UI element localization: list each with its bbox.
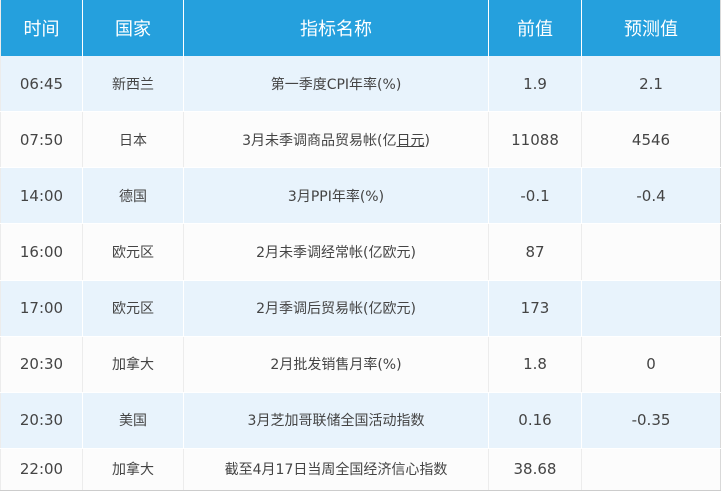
forecast-cell xyxy=(581,448,721,491)
indicator-cell: 截至4月17日当周全国经济信心指数 xyxy=(183,448,489,491)
economic-calendar-table: 时间 国家 指标名称 前值 预测值 06:45 新西兰 第一季度CPI年率(%)… xyxy=(0,0,721,491)
previous-cell: 87 xyxy=(488,223,582,281)
time-cell: 17:00 xyxy=(0,280,83,337)
country-cell: 美国 xyxy=(82,392,184,449)
time-cell: 16:00 xyxy=(0,223,83,281)
currency-link[interactable]: 日元 xyxy=(396,133,424,149)
header-previous: 前值 xyxy=(488,0,582,56)
forecast-cell: 0 xyxy=(581,336,721,393)
table-row: 17:00 欧元区 2月季调后贸易帐(亿欧元) 173 xyxy=(0,280,721,337)
table-header-row: 时间 国家 指标名称 前值 预测值 xyxy=(0,0,721,56)
table-row: 20:30 加拿大 2月批发销售月率(%) 1.8 0 xyxy=(0,336,721,393)
indicator-cell: 2月季调后贸易帐(亿欧元) xyxy=(183,280,489,337)
indicator-cell: 2月未季调经常帐(亿欧元) xyxy=(183,223,489,281)
indicator-cell: 2月批发销售月率(%) xyxy=(183,336,489,393)
indicator-cell: 3月芝加哥联储全国活动指数 xyxy=(183,392,489,449)
indicator-cell: 第一季度CPI年率(%) xyxy=(183,56,489,113)
table-row: 07:50 日本 3月未季调商品贸易帐(亿日元) 11088 4546 xyxy=(0,111,721,169)
table-row: 06:45 新西兰 第一季度CPI年率(%) 1.9 2.1 xyxy=(0,56,721,113)
time-cell: 20:30 xyxy=(0,392,83,449)
time-cell: 20:30 xyxy=(0,336,83,393)
country-cell: 欧元区 xyxy=(82,280,184,337)
country-cell: 欧元区 xyxy=(82,223,184,281)
country-cell: 日本 xyxy=(82,111,184,169)
table-row: 20:30 美国 3月芝加哥联储全国活动指数 0.16 -0.35 xyxy=(0,392,721,449)
previous-cell: 0.16 xyxy=(488,392,582,449)
indicator-cell: 3月未季调商品贸易帐(亿日元) xyxy=(183,111,489,169)
country-cell: 德国 xyxy=(82,167,184,225)
header-indicator: 指标名称 xyxy=(183,0,489,56)
previous-cell: 173 xyxy=(488,280,582,337)
previous-cell: 38.68 xyxy=(488,448,582,491)
time-cell: 14:00 xyxy=(0,167,83,225)
indicator-text: 3月未季调商品贸易帐(亿 xyxy=(242,132,397,149)
table-row: 14:00 德国 3月PPI年率(%) -0.1 -0.4 xyxy=(0,167,721,225)
forecast-cell: -0.35 xyxy=(581,392,721,449)
forecast-cell xyxy=(581,223,721,281)
time-cell: 22:00 xyxy=(0,448,83,491)
country-cell: 新西兰 xyxy=(82,56,184,113)
header-forecast: 预测值 xyxy=(581,0,721,56)
forecast-cell: 2.1 xyxy=(581,56,721,113)
previous-cell: 1.8 xyxy=(488,336,582,393)
table-row: 16:00 欧元区 2月未季调经常帐(亿欧元) 87 xyxy=(0,223,721,281)
previous-cell: 1.9 xyxy=(488,56,582,113)
forecast-cell: -0.4 xyxy=(581,167,721,225)
previous-cell: -0.1 xyxy=(488,167,582,225)
time-cell: 06:45 xyxy=(0,56,83,113)
country-cell: 加拿大 xyxy=(82,336,184,393)
indicator-text-suffix: ) xyxy=(424,132,430,149)
time-cell: 07:50 xyxy=(0,111,83,169)
forecast-cell xyxy=(581,280,721,337)
header-country: 国家 xyxy=(82,0,184,56)
forecast-cell: 4546 xyxy=(581,111,721,169)
previous-cell: 11088 xyxy=(488,111,582,169)
table-row: 22:00 加拿大 截至4月17日当周全国经济信心指数 38.68 xyxy=(0,448,721,491)
indicator-cell: 3月PPI年率(%) xyxy=(183,167,489,225)
header-time: 时间 xyxy=(0,0,83,56)
country-cell: 加拿大 xyxy=(82,448,184,491)
